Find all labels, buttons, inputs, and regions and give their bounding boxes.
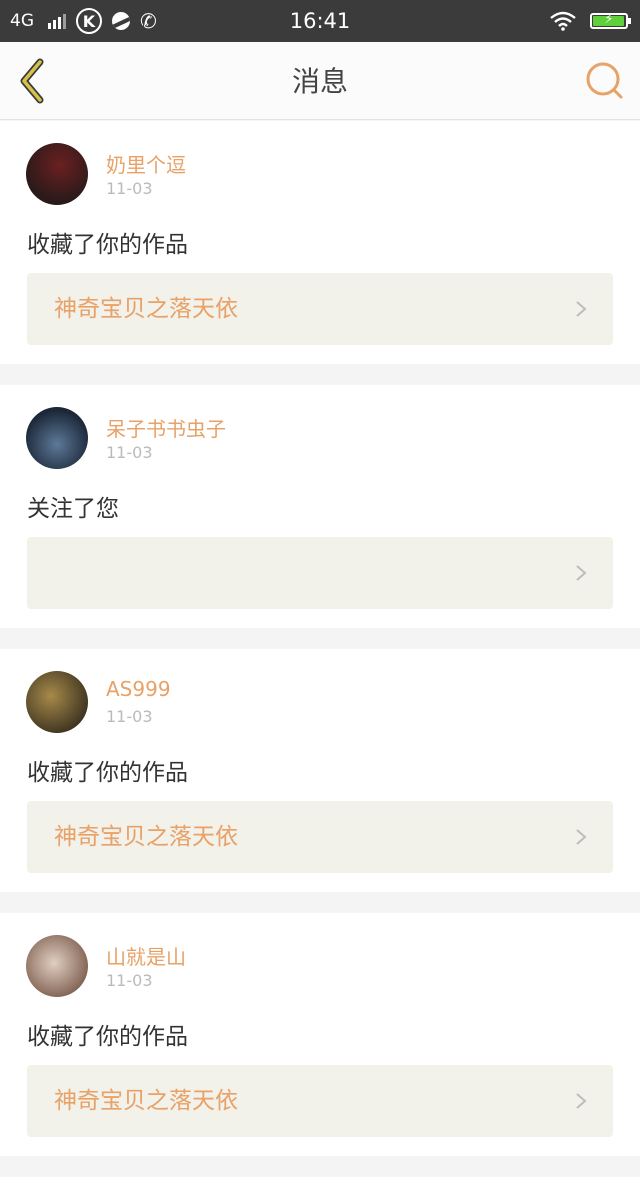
work-link[interactable]: 神奇宝贝之落天依 — [27, 801, 613, 873]
chevron-right-icon — [576, 1093, 587, 1109]
message-action: 收藏了你的作品 — [27, 1024, 188, 1050]
username[interactable]: 呆子书书虫子 — [106, 413, 226, 442]
work-title: 神奇宝贝之落天依 — [54, 1088, 238, 1114]
battery-icon: ⚡ — [590, 12, 631, 29]
message-date: 11-03 — [106, 707, 153, 726]
message-card: 山就是山 11-03 收藏了你的作品 神奇宝贝之落天依 — [0, 913, 640, 1156]
page-title: 消息 — [291, 65, 348, 98]
message-action: 收藏了你的作品 — [27, 760, 188, 786]
chevron-right-icon — [576, 301, 587, 317]
message-date: 11-03 — [106, 179, 153, 198]
work-link[interactable]: 神奇宝贝之落天依 — [27, 1065, 613, 1137]
wifi-icon — [550, 11, 576, 31]
message-card: AS999 11-03 收藏了你的作品 神奇宝贝之落天依 — [0, 649, 640, 892]
message-action: 关注了您 — [27, 496, 119, 522]
clock: 16:41 — [289, 9, 351, 33]
status-bar: 4G K ✆ 16:41 ⚡ — [0, 0, 640, 42]
nav-bar: 消息 — [0, 42, 640, 120]
charging-icon: ⚡ — [604, 12, 614, 27]
work-link[interactable]: 神奇宝贝之落天依 — [27, 273, 613, 345]
work-title: 神奇宝贝之落天依 — [54, 824, 238, 850]
avatar[interactable] — [26, 143, 88, 205]
chevron-right-icon — [576, 565, 587, 581]
work-title: 神奇宝贝之落天依 — [54, 296, 238, 322]
message-action: 收藏了你的作品 — [27, 232, 188, 258]
message-card: 呆子书书虫子 11-03 关注了您 — [0, 385, 640, 628]
search-icon[interactable] — [584, 60, 626, 102]
avatar[interactable] — [26, 935, 88, 997]
chevron-right-icon — [576, 829, 587, 845]
avatar[interactable] — [26, 671, 88, 733]
message-list: 奶里个逗 11-03 收藏了你的作品 神奇宝贝之落天依 呆子书书虫子 11-03… — [0, 121, 640, 1177]
message-card: 奶里个逗 11-03 收藏了你的作品 神奇宝贝之落天依 — [0, 121, 640, 364]
username[interactable]: 山就是山 — [106, 941, 186, 970]
work-link[interactable] — [27, 537, 613, 609]
username[interactable]: 奶里个逗 — [106, 149, 186, 178]
username[interactable]: AS999 — [106, 677, 171, 701]
avatar[interactable] — [26, 407, 88, 469]
status-right: ⚡ — [550, 0, 631, 42]
message-date: 11-03 — [106, 443, 153, 462]
message-date: 11-03 — [106, 971, 153, 990]
